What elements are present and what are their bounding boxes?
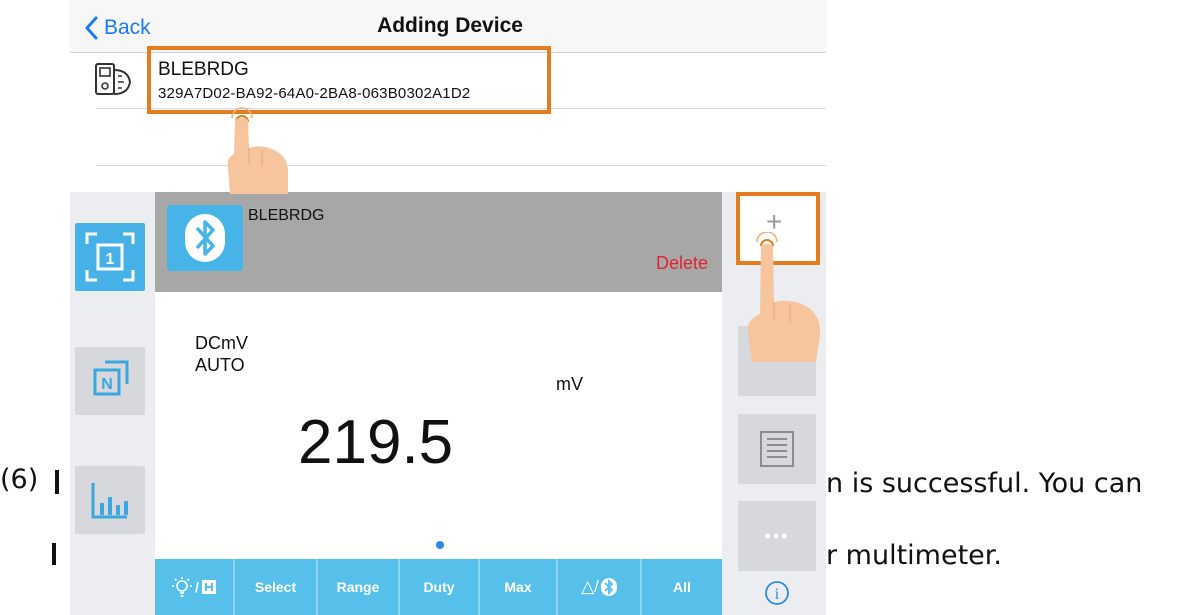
list-divider [96,165,826,166]
device-list-item[interactable] [147,46,551,114]
measurement-mode: DCmV AUTO [195,332,248,376]
list-view-button[interactable] [738,414,816,484]
instruction-text-line-1: n is successful. You can [826,468,1143,499]
backlight-icon [172,577,193,597]
list-icon [760,431,794,467]
select-button[interactable]: Select [235,559,318,615]
multimeter-device-icon [95,63,132,95]
device-card-name: BLEBRDG [248,207,325,224]
back-label: Back [104,16,151,39]
delete-button[interactable]: Delete [656,253,708,274]
multi-view-icon: N [93,360,129,396]
page-indicator-dot [436,541,444,549]
range-button[interactable]: Range [318,559,400,615]
instruction-text-line-2: r multimeter. [826,540,1003,571]
mode-range: AUTO [195,355,245,375]
mode-function: DCmV [195,333,248,353]
occluded-text-fragment [55,470,59,494]
function-bar: / Select Range Duty Max △/ All [155,559,722,615]
max-button[interactable]: Max [480,559,558,615]
bluetooth-icon [600,578,617,596]
more-button[interactable]: ••• [738,501,816,571]
single-view-label: 1 [106,251,115,268]
measurement-value: 219.5 [298,408,454,477]
relative-bluetooth-button[interactable]: △/ [558,559,642,615]
tap-hand-icon [227,107,288,194]
chevron-left-icon [85,16,98,40]
relative-label: △/ [581,577,599,596]
bar-chart-icon [91,483,128,519]
backlight-hold-separator: / [195,579,199,595]
hold-icon [201,580,216,594]
page-title: Adding Device [377,14,523,37]
tap-hand-icon [747,232,821,362]
all-button[interactable]: All [642,559,722,615]
single-view-icon: 1 [85,232,135,282]
measurement-unit: mV [556,374,583,394]
duty-button[interactable]: Duty [400,559,480,615]
single-view-button[interactable]: 1 [75,223,145,291]
back-button[interactable]: Back [84,14,151,42]
multi-view-label: N [101,376,113,393]
info-icon[interactable]: i [764,580,790,606]
chart-view-button[interactable] [75,466,145,534]
step-number: (6) [0,464,39,495]
backlight-hold-button[interactable]: / [155,559,235,615]
info-label: i [775,586,780,603]
multi-view-button[interactable]: N [75,347,145,415]
occluded-text-fragment [52,543,56,565]
bluetooth-icon [167,205,243,271]
